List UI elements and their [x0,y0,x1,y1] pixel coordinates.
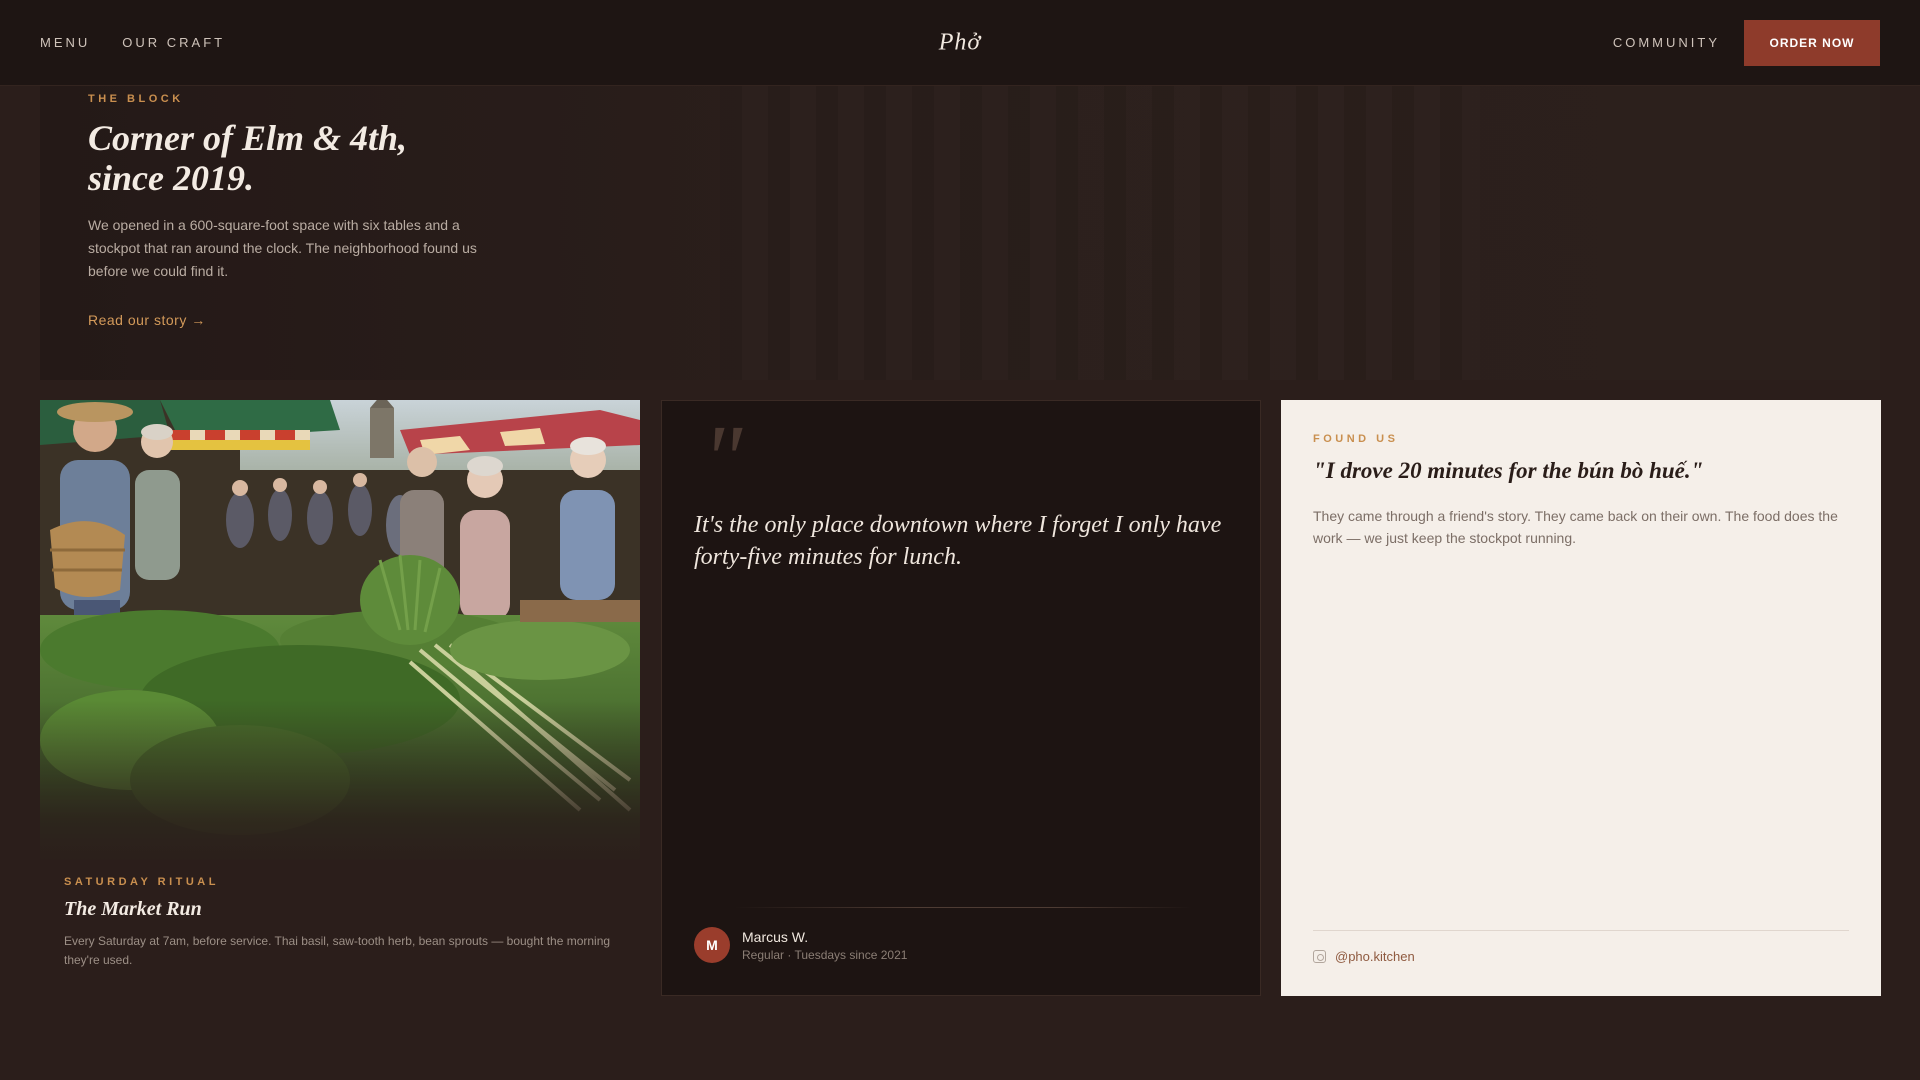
hero-eyebrow: THE BLOCK [88,93,184,105]
found-us-divider [1313,930,1849,931]
testimonial-card: " It's the only place downtown where I f… [661,400,1261,996]
site-logo[interactable]: Phở [939,30,981,57]
testimonial-author-meta: Regular · Tuesdays since 2021 [742,948,908,962]
hero-background-texture [720,86,1480,380]
top-nav: MENU OUR CRAFT Phở COMMUNITY ORDER NOW [0,0,1920,86]
order-now-button[interactable]: ORDER NOW [1744,19,1880,66]
market-title: The Market Run [64,898,202,920]
market-run-card[interactable]: SATURDAY RITUAL The Market Run Every Sat… [40,400,640,996]
hero-title-line-1: Corner of Elm & 4th, [88,118,408,158]
the-block-section: THE BLOCK Corner of Elm & 4th, since 201… [40,86,1880,380]
found-us-card: FOUND US "I drove 20 minutes for the bún… [1281,400,1881,996]
market-eyebrow: SATURDAY RITUAL [64,876,219,888]
read-our-story-link[interactable]: Read our story → [88,312,206,328]
nav-right-group: COMMUNITY ORDER NOW [1613,19,1880,66]
testimonial-author: Marcus W. [742,929,809,945]
hero-title: Corner of Elm & 4th, since 2019. [88,118,508,198]
read-our-story-label: Read our story [88,312,187,328]
photo-gradient-fade [40,700,640,870]
found-us-title: "I drove 20 minutes for the bún bò huế." [1313,458,1704,483]
quote-mark-icon: " [702,405,743,512]
found-us-eyebrow: FOUND US [1313,433,1399,445]
nav-left-group: MENU OUR CRAFT [40,35,257,50]
arrow-right-icon: → [191,312,206,328]
nav-link-community[interactable]: COMMUNITY [1613,35,1720,50]
market-body: Every Saturday at 7am, before service. T… [64,934,611,967]
instagram-handle-link[interactable]: @pho.kitchen [1335,949,1415,964]
nav-link-menu[interactable]: MENU [40,35,90,50]
avatar: M [694,927,730,963]
nav-link-our-craft[interactable]: OUR CRAFT [122,35,225,50]
testimonial-divider [734,907,1192,908]
hero-title-line-2: since 2019. [88,158,254,198]
hero-body: We opened in a 600-square-foot space wit… [88,217,477,279]
testimonial-quote: It's the only place downtown where I for… [694,512,1222,570]
found-us-body: They came through a friend's story. They… [1313,508,1838,546]
instagram-icon [1313,950,1326,963]
